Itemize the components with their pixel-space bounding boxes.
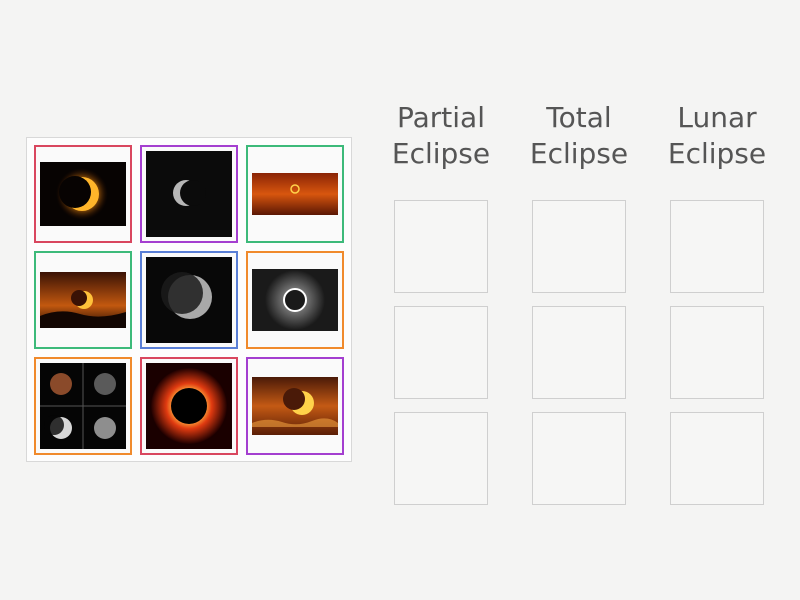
card-tray [26,137,352,462]
card-total-solar-eclipse[interactable] [140,357,238,455]
card-partial-eclipse-clouds[interactable] [246,357,344,455]
drop-slot-lunar-1[interactable] [670,200,764,293]
heading-line: Lunar [677,101,757,134]
heading-line: Eclipse [667,137,767,170]
partial-eclipse-sunset-image [40,272,126,328]
drop-slot-lunar-3[interactable] [670,412,764,505]
drop-slot-partial-3[interactable] [394,412,488,505]
heading-line: Eclipse [529,137,629,170]
partial-eclipse-clouds-image [252,377,338,435]
column-heading-partial-eclipse: Partial Eclipse [371,100,511,172]
card-partial-eclipse-sunset[interactable] [34,251,132,349]
card-partial-lunar-eclipse[interactable] [140,251,238,349]
column-heading-lunar-eclipse: Lunar Eclipse [647,100,787,172]
drop-slot-total-3[interactable] [532,412,626,505]
lunar-eclipse-phases-image [40,363,126,449]
crescent-moon-image [146,151,232,237]
drop-slot-partial-2[interactable] [394,306,488,399]
drop-slot-total-1[interactable] [532,200,626,293]
heading-line: Partial [397,101,485,134]
card-crescent-moon[interactable] [140,145,238,243]
card-lunar-eclipse-phases[interactable] [34,357,132,455]
heading-line: Eclipse [391,137,491,170]
card-partial-solar-eclipse[interactable] [34,145,132,243]
annular-eclipse-image [252,173,338,215]
total-solar-eclipse-image [146,363,232,449]
heading-line: Total [546,101,612,134]
partial-solar-eclipse-image [40,162,126,226]
drop-slot-total-2[interactable] [532,306,626,399]
column-heading-total-eclipse: Total Eclipse [509,100,649,172]
drop-slot-partial-1[interactable] [394,200,488,293]
card-annular-eclipse[interactable] [246,145,344,243]
partial-lunar-eclipse-image [146,257,232,343]
diamond-ring-image [252,269,338,331]
drop-slot-lunar-2[interactable] [670,306,764,399]
card-diamond-ring[interactable] [246,251,344,349]
